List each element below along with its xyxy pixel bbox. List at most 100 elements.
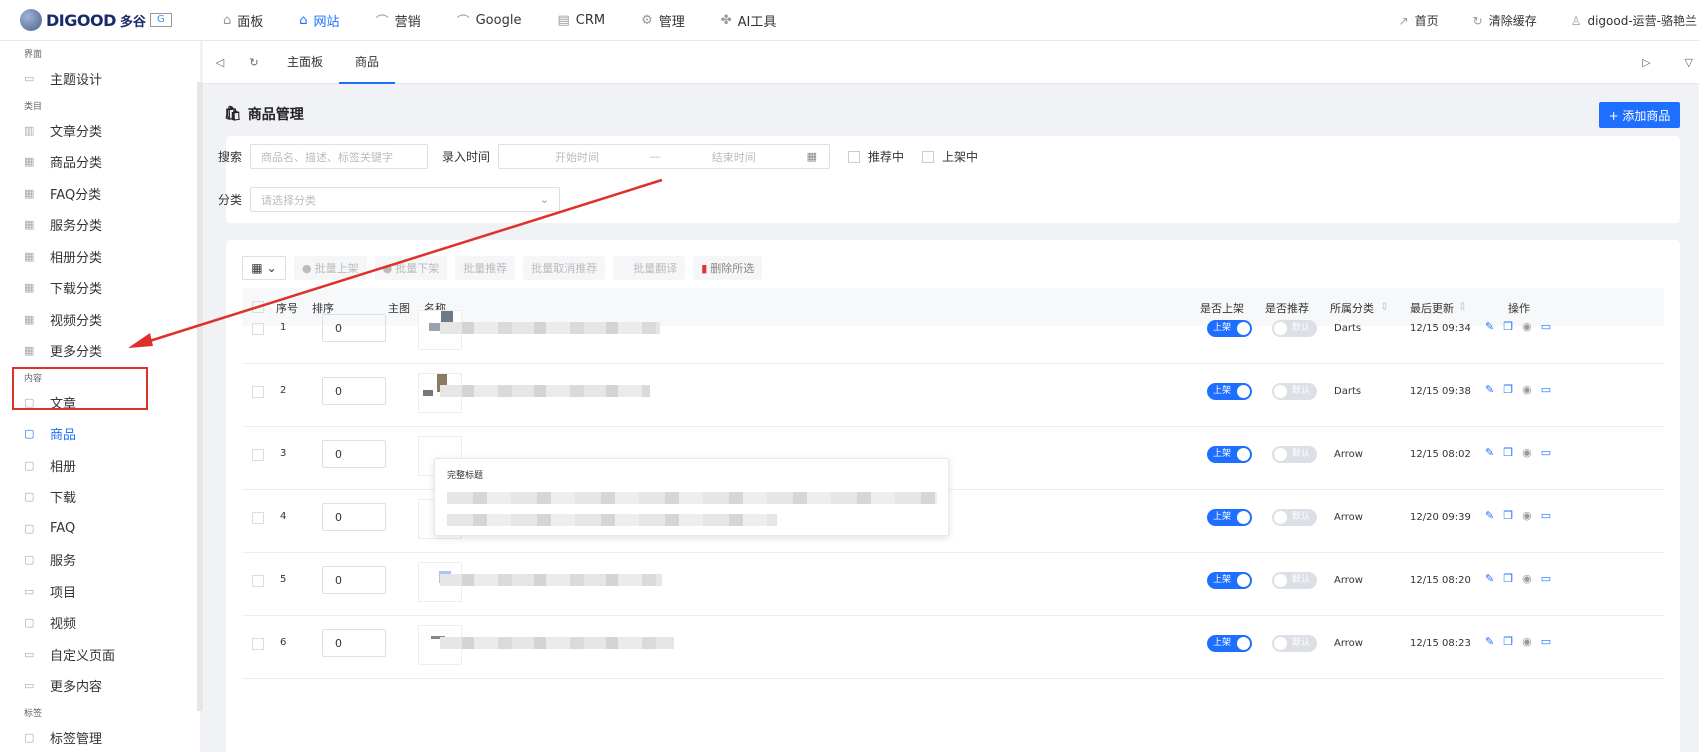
eye-icon[interactable]: ◉ bbox=[1522, 509, 1532, 522]
listed-checkbox[interactable] bbox=[922, 150, 935, 163]
comment-icon[interactable]: ▭ bbox=[1541, 572, 1551, 585]
edit-icon[interactable]: ✎ bbox=[1485, 509, 1494, 522]
product-name-blurred[interactable] bbox=[440, 637, 674, 649]
menu-item-ai-tools[interactable]: ✤ AI工具 bbox=[703, 0, 795, 41]
product-name-blurred[interactable] bbox=[440, 574, 662, 586]
sidebar-item[interactable]: ▥ 文章分类 bbox=[0, 115, 200, 147]
edit-icon[interactable]: ✎ bbox=[1485, 446, 1494, 459]
calendar-icon[interactable]: ▦ bbox=[807, 150, 817, 163]
comment-icon[interactable]: ▭ bbox=[1541, 383, 1551, 396]
batch-recommend-button[interactable]: 批量推荐 bbox=[455, 256, 516, 280]
sidebar-scrollbar[interactable] bbox=[197, 82, 203, 711]
copy-icon[interactable]: ❐ bbox=[1503, 446, 1513, 459]
comment-icon[interactable]: ▭ bbox=[1541, 446, 1551, 459]
row-checkbox[interactable] bbox=[252, 386, 264, 398]
batch-unlist-button[interactable]: ● 批量下架 bbox=[374, 256, 448, 280]
edit-icon[interactable]: ✎ bbox=[1485, 320, 1494, 333]
listed-toggle[interactable]: 上架 bbox=[1207, 509, 1252, 526]
recommended-toggle[interactable]: 默认 bbox=[1272, 635, 1317, 652]
sidebar-item[interactable]: ▦ 视频分类 bbox=[0, 304, 200, 336]
sidebar-item[interactable]: ▢ 服务 bbox=[0, 544, 200, 576]
sidebar-item[interactable]: ▦ 相册分类 bbox=[0, 241, 200, 273]
eye-icon[interactable]: ◉ bbox=[1522, 446, 1532, 459]
tab-dropdown-icon[interactable]: ▽ bbox=[1685, 56, 1693, 69]
logo[interactable]: DIGOOD 多谷 G bbox=[0, 9, 205, 31]
sidebar-item[interactable]: ▦ FAQ分类 bbox=[0, 178, 200, 210]
sidebar-item[interactable]: ▢ 下载 bbox=[0, 481, 200, 513]
start-time-input[interactable]: 开始时间 bbox=[555, 149, 599, 165]
sidebar-item[interactable]: ▭ 更多内容 bbox=[0, 670, 200, 702]
sort-input[interactable]: 0 bbox=[322, 629, 386, 657]
sidebar-item[interactable]: ▦ 更多分类 bbox=[0, 335, 200, 367]
copy-icon[interactable]: ❐ bbox=[1503, 383, 1513, 396]
recommended-toggle[interactable]: 默认 bbox=[1272, 572, 1317, 589]
sidebar-item[interactable]: ▢ FAQ bbox=[0, 513, 200, 545]
menu-item-website[interactable]: ⌂ 网站 bbox=[281, 0, 357, 41]
batch-list-button[interactable]: ● 批量上架 bbox=[294, 256, 367, 280]
sidebar-item[interactable]: ▢ 标签管理 bbox=[0, 722, 200, 752]
menu-item-crm[interactable]: ▤ CRM bbox=[539, 0, 623, 41]
sidebar-item[interactable]: ▢ 商品 bbox=[0, 418, 200, 450]
eye-icon[interactable]: ◉ bbox=[1522, 383, 1532, 396]
user-menu[interactable]: ♙ digood-运营-骆艳兰 bbox=[1571, 12, 1697, 29]
date-range-picker[interactable]: 开始时间 — 结束时间 ▦ bbox=[498, 144, 831, 169]
sidebar-item[interactable]: ▭ 自定义页面 bbox=[0, 639, 200, 671]
delete-selected-button[interactable]: ▮ 删除所选 bbox=[693, 256, 763, 280]
recommended-toggle[interactable]: 默认 bbox=[1272, 383, 1317, 400]
copy-icon[interactable]: ❐ bbox=[1503, 572, 1513, 585]
listed-toggle[interactable]: 上架 bbox=[1207, 635, 1252, 652]
listed-toggle[interactable]: 上架 bbox=[1207, 572, 1252, 589]
sort-input[interactable]: 0 bbox=[322, 377, 386, 405]
tab-back-icon[interactable]: ◁ bbox=[203, 56, 237, 69]
menu-item-dashboard[interactable]: ⌂ 面板 bbox=[205, 0, 281, 41]
edit-icon[interactable]: ✎ bbox=[1485, 383, 1494, 396]
sidebar-item[interactable]: ▭ 项目 bbox=[0, 576, 200, 608]
sidebar-item[interactable]: ▢ 视频 bbox=[0, 607, 200, 639]
listed-toggle[interactable]: 上架 bbox=[1207, 320, 1252, 337]
search-input[interactable]: 商品名、描述、标签关键字 bbox=[250, 144, 429, 169]
edit-icon[interactable]: ✎ bbox=[1485, 572, 1494, 585]
menu-item-marketing[interactable]: ⌒ 营销 bbox=[358, 0, 439, 41]
eye-icon[interactable]: ◉ bbox=[1522, 635, 1532, 648]
product-name-blurred[interactable] bbox=[440, 322, 660, 334]
sort-input[interactable]: 0 bbox=[322, 314, 386, 342]
sort-input[interactable]: 0 bbox=[322, 566, 386, 594]
batch-unrecommend-button[interactable]: 批量取消推荐 bbox=[523, 256, 606, 280]
tab-forward-icon[interactable]: ▷ bbox=[1642, 56, 1650, 69]
row-checkbox[interactable] bbox=[252, 512, 264, 524]
sort-input[interactable]: 0 bbox=[322, 503, 386, 531]
sidebar-item[interactable]: ▢ 相册 bbox=[0, 450, 200, 482]
sidebar-item[interactable]: ▦ 下载分类 bbox=[0, 272, 200, 304]
menu-item-admin[interactable]: ⚙ 管理 bbox=[623, 0, 703, 41]
home-link[interactable]: ↗ 首页 bbox=[1399, 12, 1439, 29]
product-name-blurred[interactable] bbox=[440, 385, 650, 397]
row-checkbox[interactable] bbox=[252, 323, 264, 335]
copy-icon[interactable]: ❐ bbox=[1503, 320, 1513, 333]
eye-icon[interactable]: ◉ bbox=[1522, 572, 1532, 585]
tab-dashboard[interactable]: 主面板 bbox=[271, 41, 339, 84]
comment-icon[interactable]: ▭ bbox=[1541, 320, 1551, 333]
sort-input[interactable]: 0 bbox=[322, 440, 386, 468]
end-time-input[interactable]: 结束时间 bbox=[712, 149, 756, 165]
tab-products[interactable]: 商品 bbox=[339, 41, 396, 84]
sidebar-item[interactable]: ▭ 主题设计 bbox=[0, 63, 200, 95]
row-checkbox[interactable] bbox=[252, 638, 264, 650]
clear-cache-button[interactable]: ↻ 清除缓存 bbox=[1473, 12, 1537, 29]
column-settings-button[interactable]: ▦ ⌄ bbox=[242, 256, 286, 280]
row-checkbox[interactable] bbox=[252, 449, 264, 461]
eye-icon[interactable]: ◉ bbox=[1522, 320, 1532, 333]
listed-toggle[interactable]: 上架 bbox=[1207, 383, 1252, 400]
recommended-toggle[interactable]: 默认 bbox=[1272, 320, 1317, 337]
category-select[interactable]: 请选择分类 ⌄ bbox=[250, 187, 561, 212]
edit-icon[interactable]: ✎ bbox=[1485, 635, 1494, 648]
recommended-toggle[interactable]: 默认 bbox=[1272, 446, 1317, 463]
menu-item-google[interactable]: ⌒ Google bbox=[439, 0, 540, 41]
listed-toggle[interactable]: 上架 bbox=[1207, 446, 1252, 463]
row-checkbox[interactable] bbox=[252, 575, 264, 587]
batch-translate-button[interactable]: 批量翻译 bbox=[613, 256, 686, 280]
copy-icon[interactable]: ❐ bbox=[1503, 635, 1513, 648]
sidebar-item[interactable]: ▦ 商品分类 bbox=[0, 146, 200, 178]
recommended-checkbox[interactable] bbox=[848, 150, 861, 163]
copy-icon[interactable]: ❐ bbox=[1503, 509, 1513, 522]
add-product-button[interactable]: + 添加商品 bbox=[1599, 102, 1680, 128]
